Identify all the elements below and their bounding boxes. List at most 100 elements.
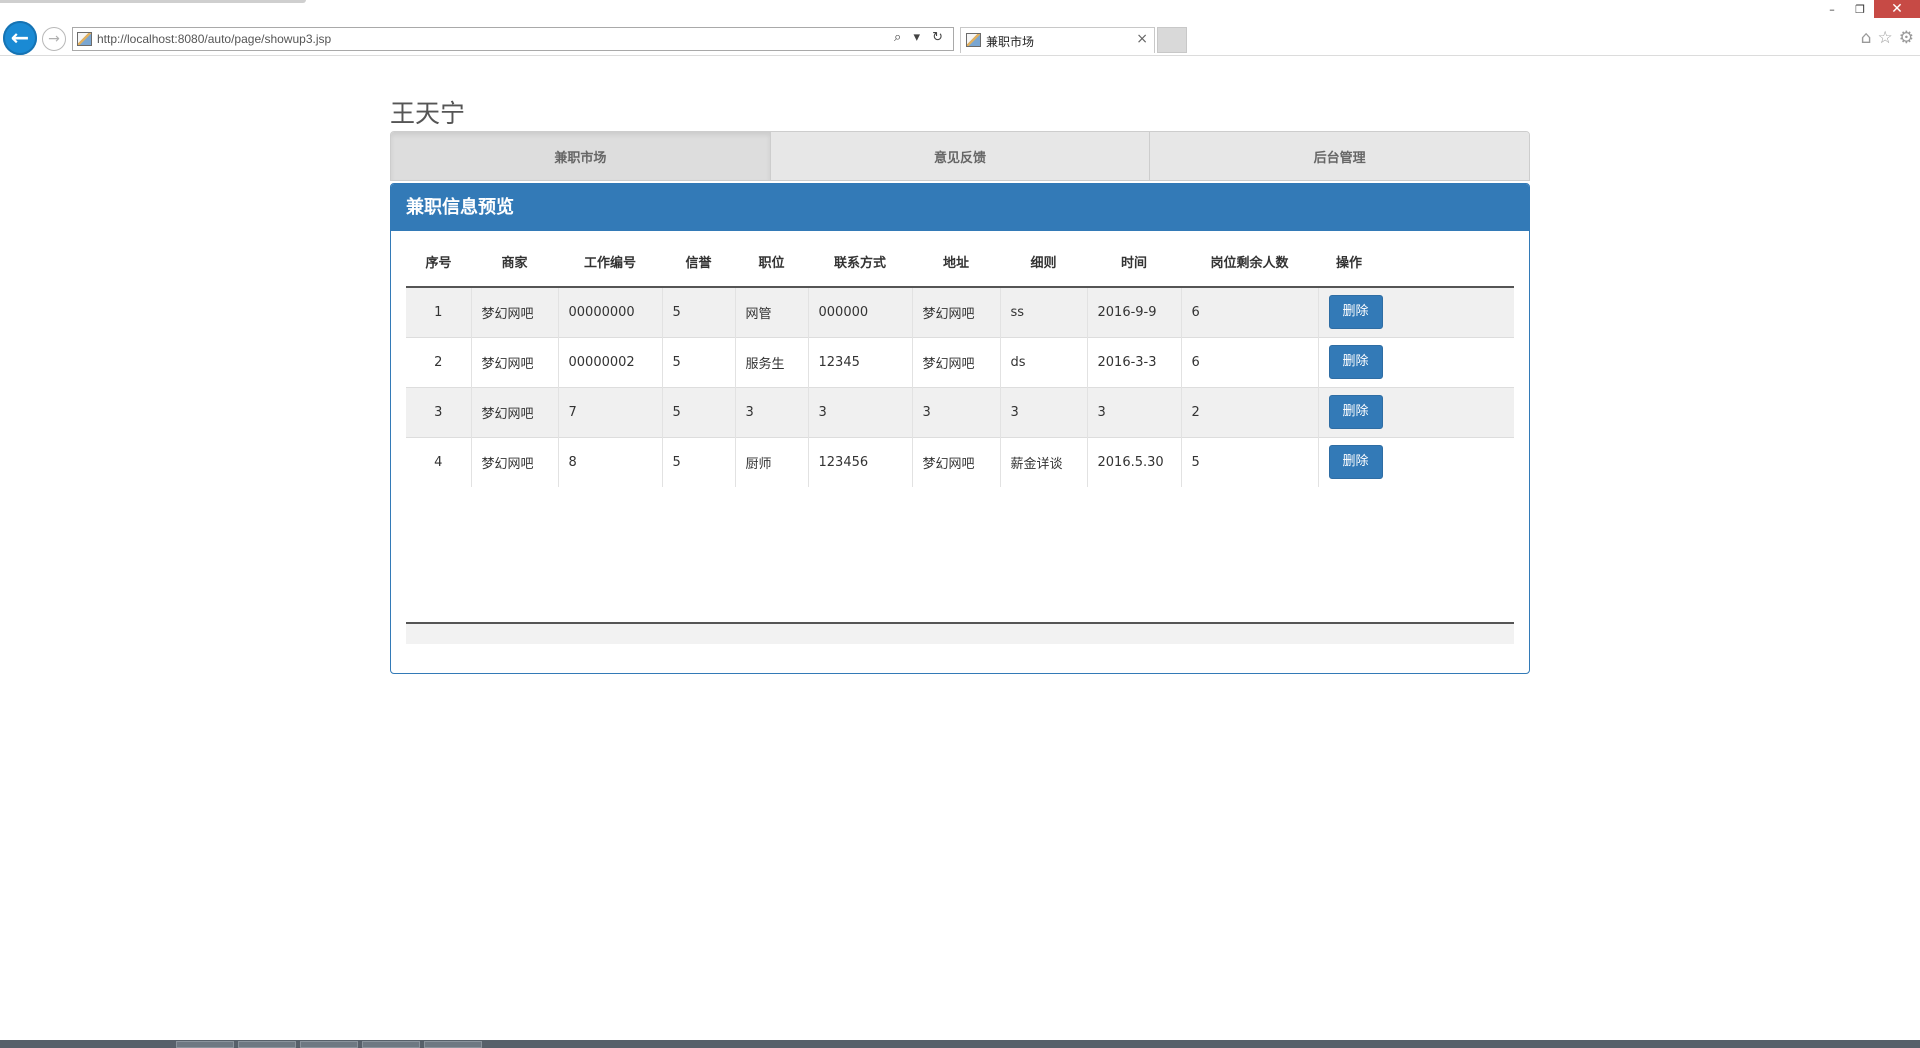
table-cell: 2016-9-9 <box>1086 286 1181 337</box>
taskbar-item[interactable] <box>238 1041 296 1048</box>
tab-feedback[interactable]: 意见反馈 <box>770 132 1151 180</box>
table-cell: 6 <box>1180 336 1318 387</box>
taskbar-item[interactable] <box>424 1041 482 1048</box>
table-row: 1 梦幻网吧 00000000 5 网管 000000 梦幻网吧 ss 2016… <box>406 286 1514 337</box>
taskbar-item[interactable] <box>300 1041 358 1048</box>
table-cell: 5 <box>661 286 735 337</box>
table-row: 2 梦幻网吧 00000002 5 服务生 12345 梦幻网吧 ds 2016… <box>406 336 1514 387</box>
table-cell: 5 <box>661 336 735 387</box>
table-cell: 梦幻网吧 <box>470 436 558 487</box>
table-cell: 8 <box>557 436 662 487</box>
taskbar-item[interactable] <box>362 1041 420 1048</box>
back-button[interactable]: ← <box>3 21 37 55</box>
url-text[interactable]: http://localhost:8080/auto/page/showup3.… <box>97 32 331 46</box>
table-cell: 3 <box>999 386 1087 437</box>
browser-tab[interactable]: 兼职市场 × <box>960 27 1155 53</box>
table-cell: 3 <box>1086 386 1181 437</box>
table-cell: 2 <box>406 336 471 387</box>
tab-title: 兼职市场 <box>986 35 1035 49</box>
table-cell: 000000 <box>807 286 912 337</box>
browser-chrome: ← → http://localhost:8080/auto/page/show… <box>0 0 1920 56</box>
table-cell: 4 <box>406 436 471 487</box>
col-header: 细则 <box>1000 236 1087 288</box>
table-row: 3 梦幻网吧 7 5 3 3 3 3 3 2 删除 <box>406 386 1514 437</box>
job-table: 序号 商家 工作编号 信誉 职位 联系方式 地址 细则 时间 岗位剩余人数 操作… <box>406 236 1514 487</box>
tab-admin[interactable]: 后台管理 <box>1150 132 1529 180</box>
table-cell: 梦幻网吧 <box>470 336 558 387</box>
panel-title: 兼职信息预览 <box>391 184 1529 231</box>
table-cell: 厨师 <box>734 436 808 487</box>
close-tab-icon[interactable]: × <box>1136 31 1148 47</box>
col-header: 时间 <box>1087 236 1181 288</box>
table-cell: 6 <box>1180 286 1318 337</box>
page-title: 王天宁 <box>390 99 466 128</box>
table-cell: 服务生 <box>734 336 808 387</box>
delete-button[interactable]: 删除 <box>1328 345 1383 379</box>
table-cell: 删除 <box>1317 386 1514 437</box>
table-row: 4 梦幻网吧 8 5 厨师 123456 梦幻网吧 薪金详谈 2016.5.30… <box>406 436 1514 487</box>
minimize-icon[interactable]: – <box>1818 0 1846 18</box>
table-cell: 123456 <box>807 436 912 487</box>
arrow-right-icon: → <box>48 31 60 47</box>
table-cell: ss <box>999 286 1087 337</box>
col-header: 工作编号 <box>558 236 662 288</box>
table-cell: 梦幻网吧 <box>911 286 1000 337</box>
window-controls: – ❐ ✕ <box>1818 0 1920 20</box>
new-tab-button[interactable] <box>1157 27 1187 53</box>
tab-page-icon <box>966 33 981 47</box>
table-cell: 3 <box>911 386 1000 437</box>
table-cell: ds <box>999 336 1087 387</box>
tab-market[interactable]: 兼职市场 <box>391 132 771 180</box>
page-icon <box>77 32 92 46</box>
table-cell: 00000002 <box>557 336 662 387</box>
table-cell: 1 <box>406 286 471 337</box>
restore-icon[interactable]: ❐ <box>1846 0 1874 18</box>
table-cell: 2016-3-3 <box>1086 336 1181 387</box>
arrow-left-icon: ← <box>10 25 30 51</box>
gear-icon[interactable]: ⚙ <box>1899 28 1914 48</box>
col-header: 地址 <box>912 236 1000 288</box>
col-header: 岗位剩余人数 <box>1181 236 1318 288</box>
table-cell: 删除 <box>1317 286 1514 337</box>
browser-tools: ⌂ ☆ ⚙ <box>1861 28 1914 48</box>
taskbar-item[interactable] <box>176 1041 234 1048</box>
table-cell: 网管 <box>734 286 808 337</box>
table-footer <box>406 624 1514 644</box>
table-cell: 梦幻网吧 <box>911 436 1000 487</box>
table-cell: 薪金详谈 <box>999 436 1087 487</box>
delete-button[interactable]: 删除 <box>1328 445 1383 480</box>
loading-strip <box>0 0 306 3</box>
col-header: 职位 <box>735 236 808 288</box>
taskbar <box>0 1040 1920 1048</box>
col-header: 信誉 <box>662 236 735 288</box>
nav-tabs: 兼职市场 意见反馈 后台管理 <box>390 131 1530 181</box>
table-cell: 00000000 <box>557 286 662 337</box>
star-icon[interactable]: ☆ <box>1878 28 1893 48</box>
delete-button[interactable]: 删除 <box>1328 395 1383 429</box>
col-header: 联系方式 <box>808 236 912 288</box>
table-cell: 梦幻网吧 <box>470 286 558 337</box>
table-cell: 12345 <box>807 336 912 387</box>
table-container: 序号 商家 工作编号 信誉 职位 联系方式 地址 细则 时间 岗位剩余人数 操作… <box>406 236 1514 624</box>
table-cell: 5 <box>1180 436 1318 487</box>
delete-button[interactable]: 删除 <box>1328 295 1383 330</box>
col-header: 序号 <box>406 236 471 288</box>
table-cell: 梦幻网吧 <box>911 336 1000 387</box>
table-cell: 2016.5.30 <box>1086 436 1181 487</box>
search-refresh-icons[interactable]: ⌕ ▾ ↻ <box>894 30 947 45</box>
job-preview-panel: 兼职信息预览 序号 商家 工作编号 信誉 职位 联系方式 地址 细则 时间 岗位… <box>390 183 1530 674</box>
table-cell: 5 <box>661 436 735 487</box>
window-close-icon[interactable]: ✕ <box>1874 0 1920 18</box>
table-cell: 3 <box>734 386 808 437</box>
table-cell: 删除 <box>1317 336 1514 387</box>
col-header: 商家 <box>471 236 558 288</box>
table-cell: 5 <box>661 386 735 437</box>
table-cell: 3 <box>807 386 912 437</box>
home-icon[interactable]: ⌂ <box>1861 28 1872 48</box>
address-bar[interactable]: http://localhost:8080/auto/page/showup3.… <box>72 27 954 51</box>
table-cell: 梦幻网吧 <box>470 386 558 437</box>
table-cell: 2 <box>1180 386 1318 437</box>
table-cell: 3 <box>406 386 471 437</box>
table-cell: 删除 <box>1317 436 1514 487</box>
forward-button[interactable]: → <box>42 27 66 51</box>
